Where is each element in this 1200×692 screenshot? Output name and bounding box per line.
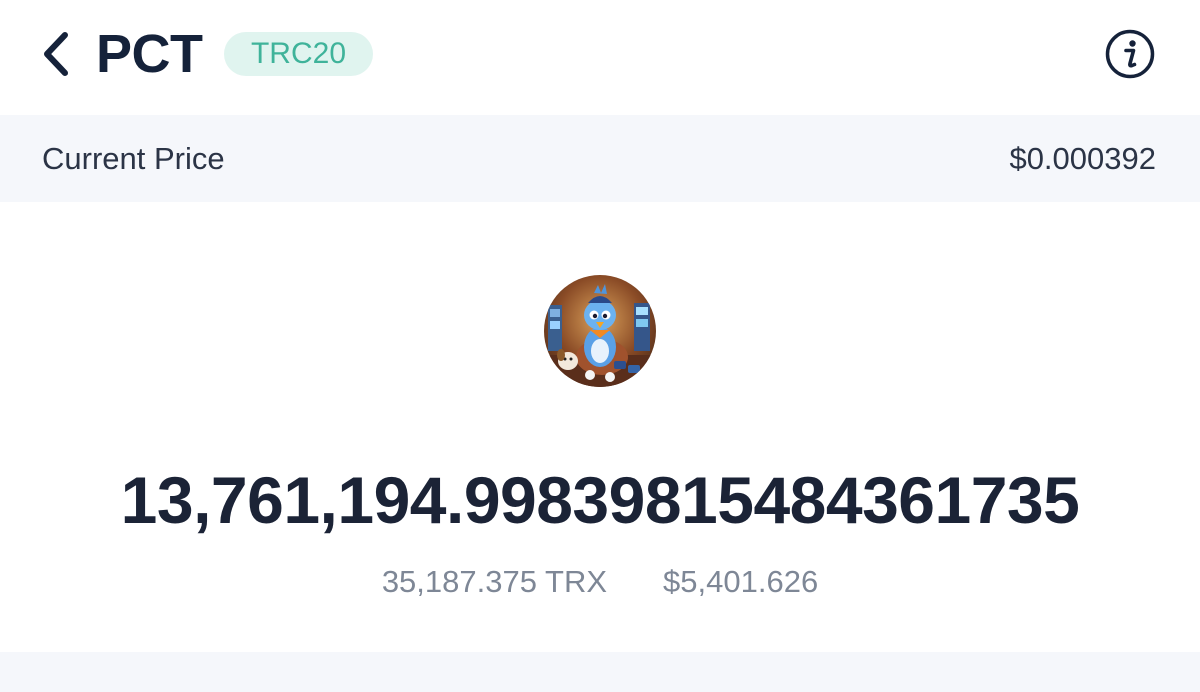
trx-value: 35,187.375 TRX <box>381 564 608 599</box>
current-price-value: $0.000392 <box>1009 141 1156 176</box>
back-button[interactable] <box>36 30 76 78</box>
usd-value: $5,401.626 <box>663 564 819 599</box>
token-standard-badge: TRC20 <box>224 32 373 76</box>
top-nav-bar: PCT TRC20 <box>0 0 1200 112</box>
section-divider <box>0 652 1200 692</box>
info-button[interactable] <box>1104 28 1156 80</box>
info-circle-icon <box>1105 29 1155 79</box>
token-balance-amount: 13,761,194.99839815484361735 <box>120 463 1080 537</box>
current-price-label: Current Price <box>42 141 225 176</box>
token-symbol: PCT <box>96 24 203 84</box>
token-avatar <box>544 275 656 387</box>
bird-mascot-avatar-image <box>544 275 656 387</box>
balance-equivalents: 35,187.375 TRX $5,401.626 <box>0 560 1200 604</box>
chevron-left-icon <box>44 32 68 76</box>
current-price-row: Current Price $0.000392 <box>0 115 1200 202</box>
